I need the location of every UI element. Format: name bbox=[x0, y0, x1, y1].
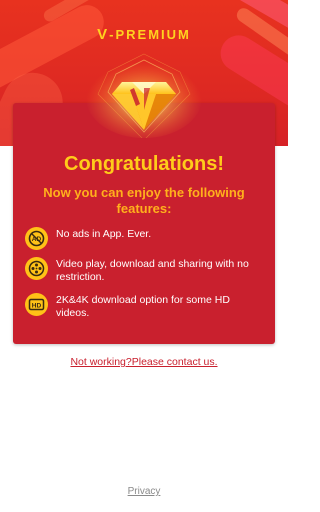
svg-text:HD: HD bbox=[32, 302, 42, 309]
feature-text: 2K&4K download option for some HD videos… bbox=[56, 294, 230, 319]
diamond-icon bbox=[84, 52, 204, 141]
hd-icon: HD bbox=[25, 293, 48, 316]
header-title-prefix: V bbox=[97, 26, 110, 43]
feature-text: No ads in App. Ever. bbox=[56, 228, 152, 240]
no-ads-icon: AD bbox=[25, 227, 48, 250]
feature-item: AD No ads in App. Ever. bbox=[25, 227, 265, 250]
feature-text: Video play, download and sharing with no… bbox=[56, 258, 249, 283]
privacy-link[interactable]: Privacy bbox=[0, 486, 288, 497]
header-title-rest: -PREMIUM bbox=[109, 27, 191, 42]
header-title: V-PREMIUM bbox=[0, 26, 288, 43]
film-reel-icon bbox=[25, 257, 48, 280]
congratulations-title: Congratulations! bbox=[64, 153, 224, 175]
feature-item: Video play, download and sharing with no… bbox=[25, 257, 265, 283]
contact-us-link[interactable]: Not working?Please contact us. bbox=[0, 356, 288, 368]
feature-item: HD 2K&4K download option for some HD vid… bbox=[25, 293, 265, 319]
premium-card: Congratulations! Now you can enjoy the f… bbox=[13, 103, 275, 344]
card-subtitle: Now you can enjoy the following features… bbox=[43, 185, 245, 216]
